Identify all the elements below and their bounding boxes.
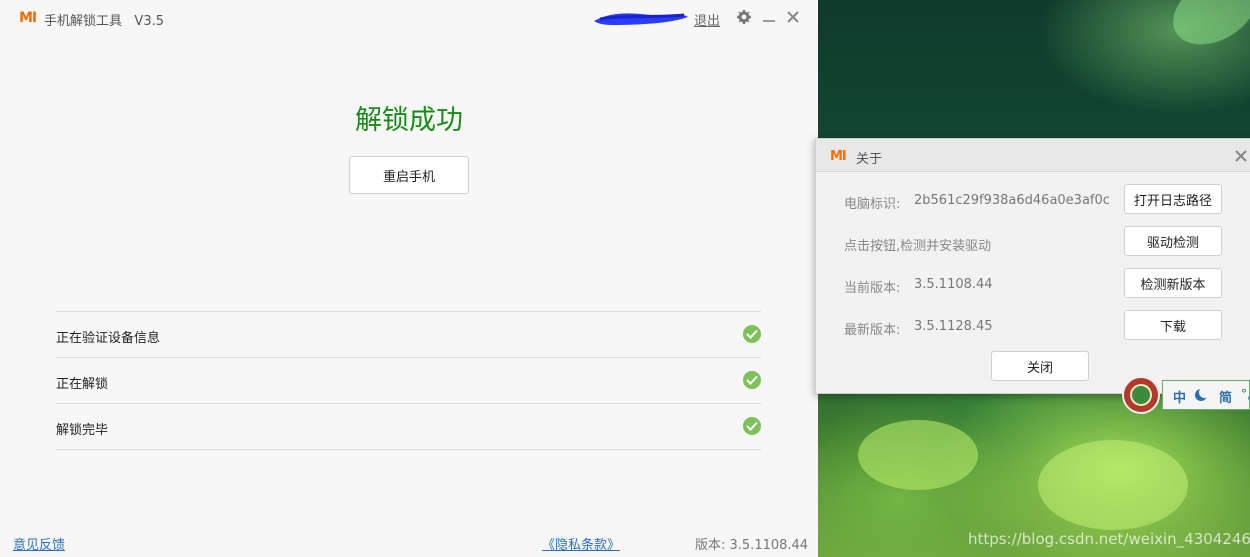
pc-id-value: 2b561c29f938a6d46a0e3af0c [914, 193, 1110, 208]
current-version-value: 3.5.1108.44 [914, 277, 993, 292]
wallpaper-leaf [858, 420, 978, 490]
about-dialog: MI 关于 电脑标识: 2b561c29f938a6d46a0e3af0c 打开… [815, 138, 1250, 394]
gear-icon[interactable] [736, 9, 752, 25]
wallpaper-leaf [1038, 440, 1188, 530]
about-close-button[interactable]: 关闭 [991, 351, 1089, 381]
driver-check-button[interactable]: 驱动检测 [1124, 226, 1222, 256]
list-item: 正在解锁 [56, 358, 761, 404]
punctuation-icon[interactable]: °, [1241, 387, 1250, 401]
ime-status-bar[interactable]: 中 简 °, [1162, 380, 1250, 410]
minimize-icon[interactable] [763, 20, 775, 22]
app-title: 手机解锁工具 V3.5 [44, 14, 164, 29]
check-circle-icon [743, 417, 761, 435]
current-version-label: 当前版本: [844, 281, 901, 296]
feedback-link[interactable]: 意见反馈 [13, 534, 65, 553]
mi-logo-icon: MI [19, 10, 37, 26]
ime-toolbar[interactable]: 中 简 °, [1122, 376, 1250, 414]
logout-link[interactable]: 退出 [694, 10, 720, 29]
privacy-policy-link[interactable]: 《隐私条款》 [542, 534, 620, 553]
latest-version-value: 3.5.1128.45 [914, 319, 993, 334]
redacted-username-scribble [594, 13, 688, 25]
unlock-success-title: 解锁成功 [355, 105, 463, 136]
check-circle-icon [743, 325, 761, 343]
footer-version: 版本: 3.5.1108.44 [695, 538, 809, 553]
about-title-bar[interactable]: MI 关于 [816, 139, 1250, 172]
list-item: 正在验证设备信息 [56, 312, 761, 358]
pc-id-label: 电脑标识: [844, 197, 901, 212]
list-item: 解锁完毕 [56, 404, 761, 450]
close-icon[interactable] [785, 9, 801, 25]
ime-emblem-icon[interactable] [1122, 376, 1160, 414]
watermark: https://blog.csdn.net/weixin_43042467 [968, 530, 1250, 548]
step-label: 正在解锁 [56, 377, 109, 392]
ime-mode-toggle[interactable]: 中 [1173, 387, 1186, 406]
reboot-phone-button[interactable]: 重启手机 [349, 156, 469, 194]
driver-hint-label: 点击按钮,检测并安装驱动 [844, 239, 992, 254]
ime-simplified-toggle[interactable]: 简 [1219, 387, 1232, 406]
open-log-path-button[interactable]: 打开日志路径 [1124, 184, 1222, 214]
unlock-steps-list: 正在验证设备信息 正在解锁 解锁完毕 [56, 311, 761, 450]
step-label: 正在验证设备信息 [56, 331, 161, 346]
wallpaper-leaf [1161, 0, 1250, 59]
mi-unlock-window: MI 手机解锁工具 V3.5 退出 解锁成功 重启手机 正在验证设备信息 正在解… [0, 0, 818, 557]
close-icon[interactable] [1234, 149, 1248, 163]
download-button[interactable]: 下载 [1124, 310, 1222, 340]
check-new-version-button[interactable]: 检测新版本 [1124, 268, 1222, 298]
latest-version-label: 最新版本: [844, 323, 901, 338]
title-bar[interactable]: MI 手机解锁工具 V3.5 退出 [0, 0, 818, 38]
mi-logo-icon: MI [830, 149, 847, 164]
moon-icon[interactable] [1195, 387, 1210, 401]
about-title: 关于 [856, 152, 883, 167]
step-label: 解锁完毕 [56, 423, 109, 438]
check-circle-icon [743, 371, 761, 389]
